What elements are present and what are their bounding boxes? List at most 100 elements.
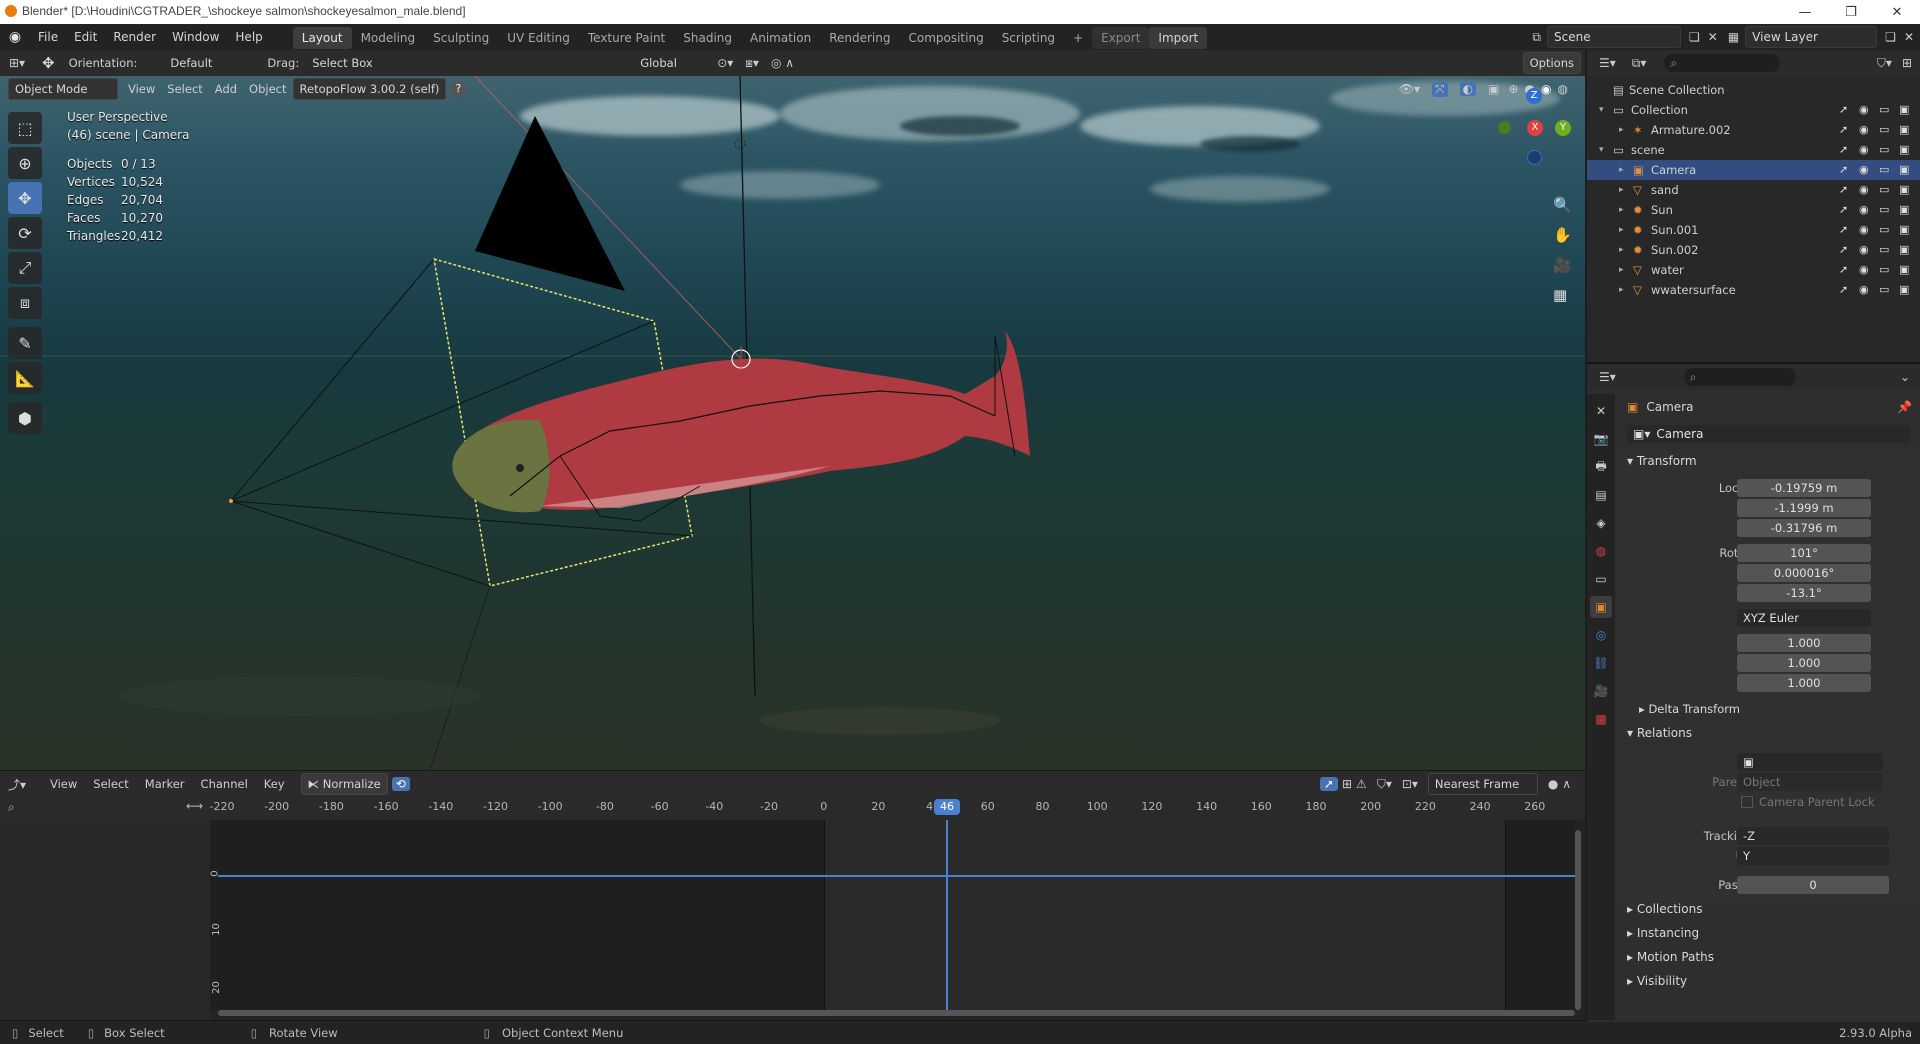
- pass-index-field[interactable]: 0: [1737, 876, 1889, 894]
- rotation-y-field[interactable]: 0.000016°: [1737, 564, 1871, 582]
- viewport-toggle-icon[interactable]: ▭: [1879, 100, 1889, 120]
- add-workspace-button[interactable]: +: [1064, 27, 1092, 49]
- mode-dropdown[interactable]: Object Mode: [8, 78, 118, 100]
- remove-scene-icon[interactable]: ✕: [1708, 30, 1718, 44]
- only-selected-icon[interactable]: ➚: [1319, 777, 1338, 791]
- visibility-eye-icon[interactable]: ◉: [1859, 180, 1869, 200]
- outliner-scene-collection[interactable]: ▤ Scene Collection: [1587, 80, 1920, 100]
- object-tab-icon[interactable]: ▣: [1590, 596, 1612, 618]
- horizontal-scrollbar[interactable]: [218, 1010, 1575, 1016]
- render-toggle-icon[interactable]: ▣: [1899, 140, 1909, 160]
- tab-uv-editing[interactable]: UV Editing: [498, 27, 579, 49]
- visibility-icon[interactable]: 👁▾: [1399, 82, 1420, 96]
- rotation-mode-dropdown[interactable]: XYZ Euler: [1737, 609, 1871, 627]
- gizmo-toggle-icon[interactable]: ⤧: [1432, 81, 1448, 97]
- scale-tool-icon[interactable]: ⤢: [8, 252, 42, 284]
- world-tab-icon[interactable]: ◍: [1590, 540, 1612, 562]
- select-toggle-icon[interactable]: ➚: [1839, 120, 1848, 140]
- render-toggle-icon[interactable]: ▣: [1899, 100, 1909, 120]
- viewport-toggle-icon[interactable]: ▭: [1879, 220, 1889, 240]
- object-type-icon[interactable]: ▣▾: [1633, 427, 1650, 441]
- select-toggle-icon[interactable]: ➚: [1839, 200, 1848, 220]
- scale-z-field[interactable]: 1.000: [1737, 674, 1871, 692]
- outliner-row[interactable]: ▸ ✶ Armature.002 ➚ ◉ ▭ ▣: [1587, 120, 1920, 140]
- editor-type-icon[interactable]: ☰▾: [1599, 56, 1616, 70]
- channel-list[interactable]: [0, 820, 210, 1020]
- collection-tab-icon[interactable]: ▭: [1590, 568, 1612, 590]
- expand-arrow-icon[interactable]: ▸: [1619, 240, 1624, 260]
- rotate-tool-icon[interactable]: ⟳: [8, 217, 42, 249]
- output-tab-icon[interactable]: 🖶: [1590, 456, 1612, 478]
- graph-menu-channel[interactable]: Channel: [201, 777, 248, 791]
- viewport-toggle-icon[interactable]: ▭: [1879, 180, 1889, 200]
- motion-paths-header[interactable]: ▸ Motion Paths: [1627, 950, 1714, 964]
- render-toggle-icon[interactable]: ▣: [1899, 120, 1909, 140]
- outliner-row[interactable]: ▸ ✹ Sun ➚ ◉ ▭ ▣: [1587, 200, 1920, 220]
- delta-transform-header[interactable]: ▸ Delta Transform: [1639, 702, 1740, 716]
- tracking-axis-dropdown[interactable]: -Z: [1737, 827, 1889, 845]
- viewport-menu-select[interactable]: Select: [167, 82, 202, 96]
- vertical-scrollbar[interactable]: [1575, 830, 1581, 1010]
- new-collection-icon[interactable]: ⊞: [1902, 56, 1912, 70]
- render-toggle-icon[interactable]: ▣: [1899, 180, 1909, 200]
- snap-mode-dropdown[interactable]: Nearest Frame: [1427, 773, 1538, 795]
- 3d-viewport[interactable]: User Perspective (46) scene | Camera Obj…: [0, 76, 1585, 770]
- expand-arrow-icon[interactable]: ▾: [1599, 100, 1604, 120]
- new-view-layer-icon[interactable]: ❏: [1885, 30, 1896, 44]
- viewport-toggle-icon[interactable]: ▭: [1879, 280, 1889, 300]
- proportional-icon[interactable]: ● ∧: [1548, 777, 1571, 791]
- constraints-tab-icon[interactable]: ⛓: [1590, 652, 1612, 674]
- collections-header[interactable]: ▸ Collections: [1627, 902, 1702, 916]
- menu-edit[interactable]: Edit: [66, 24, 105, 50]
- expand-arrow-icon[interactable]: ▸: [1619, 160, 1624, 180]
- pin-icon[interactable]: 📌: [1897, 400, 1912, 414]
- menu-window[interactable]: Window: [164, 24, 227, 50]
- rotation-x-field[interactable]: 101°: [1737, 544, 1871, 562]
- expand-arrow-icon[interactable]: ▾: [1599, 140, 1604, 160]
- snap-icon[interactable]: ⧆▾: [745, 56, 759, 71]
- cursor-tool-icon[interactable]: ⊕: [8, 147, 42, 179]
- tool-tab-icon[interactable]: ✕: [1590, 400, 1612, 422]
- expand-arrow-icon[interactable]: ▸: [1619, 120, 1624, 140]
- tab-layout[interactable]: Layout: [292, 27, 352, 49]
- minimize-button[interactable]: —: [1782, 0, 1828, 24]
- outliner-row[interactable]: ▸ ▽ water ➚ ◉ ▭ ▣: [1587, 260, 1920, 280]
- gizmo-y-axis[interactable]: Y: [1555, 120, 1571, 136]
- editor-type-icon[interactable]: ⤴▾: [0, 776, 34, 793]
- visibility-header[interactable]: ▸ Visibility: [1627, 974, 1687, 988]
- pivot-point-icon[interactable]: ⊡▾: [1402, 777, 1418, 791]
- outliner-row[interactable]: ▸ ▽ wwatersurface ➚ ◉ ▭ ▣: [1587, 280, 1920, 300]
- auto-normalize-icon[interactable]: ⟲: [391, 777, 410, 791]
- tab-scripting[interactable]: Scripting: [993, 27, 1064, 49]
- retopoflow-menu[interactable]: RetopoFlow 3.00.2 (self): [292, 78, 447, 100]
- tab-rendering[interactable]: Rendering: [820, 27, 899, 49]
- drag-dropdown[interactable]: Select Box: [305, 52, 400, 74]
- gizmo-neg-z[interactable]: [1527, 150, 1542, 165]
- tab-shading[interactable]: Shading: [674, 27, 741, 49]
- scene-tab-icon[interactable]: ◈: [1590, 512, 1612, 534]
- expand-arrow-icon[interactable]: ▸: [1619, 220, 1624, 240]
- texture-tab-icon[interactable]: ▩: [1590, 708, 1612, 730]
- menu-file[interactable]: File: [30, 24, 66, 50]
- expand-arrow-icon[interactable]: ▸: [1619, 200, 1624, 220]
- viewport-menu-add[interactable]: Add: [215, 82, 237, 96]
- visibility-eye-icon[interactable]: ◉: [1859, 160, 1869, 180]
- measure-tool-icon[interactable]: 📐: [8, 362, 42, 394]
- frame-ruler[interactable]: ⌕ ⟷ -220 -200 -180 -160 -140 -120 -100 -80 -60 -4…: [0, 796, 1585, 820]
- tab-texture-paint[interactable]: Texture Paint: [579, 27, 674, 49]
- object-data-tab-icon[interactable]: 🎥: [1590, 680, 1612, 702]
- select-toggle-icon[interactable]: ➚: [1839, 160, 1848, 180]
- visibility-eye-icon[interactable]: ◉: [1859, 140, 1869, 160]
- visibility-eye-icon[interactable]: ◉: [1859, 240, 1869, 260]
- navigation-gizmo[interactable]: Z X Y: [1495, 88, 1575, 168]
- viewport-toggle-icon[interactable]: ▭: [1879, 240, 1889, 260]
- parent-field[interactable]: ▣: [1737, 753, 1883, 771]
- outliner-row[interactable]: ▸ ✹ Sun.002 ➚ ◉ ▭ ▣: [1587, 240, 1920, 260]
- transform-header[interactable]: ▾ Transform: [1627, 454, 1697, 468]
- instancing-header[interactable]: ▸ Instancing: [1627, 926, 1699, 940]
- object-name-field[interactable]: ▣▾ Camera: [1627, 425, 1910, 443]
- viewport-menu-object[interactable]: Object: [249, 82, 286, 96]
- scene-icon[interactable]: ⧉: [1532, 30, 1541, 45]
- visibility-eye-icon[interactable]: ◉: [1859, 260, 1869, 280]
- select-toggle-icon[interactable]: ➚: [1839, 260, 1848, 280]
